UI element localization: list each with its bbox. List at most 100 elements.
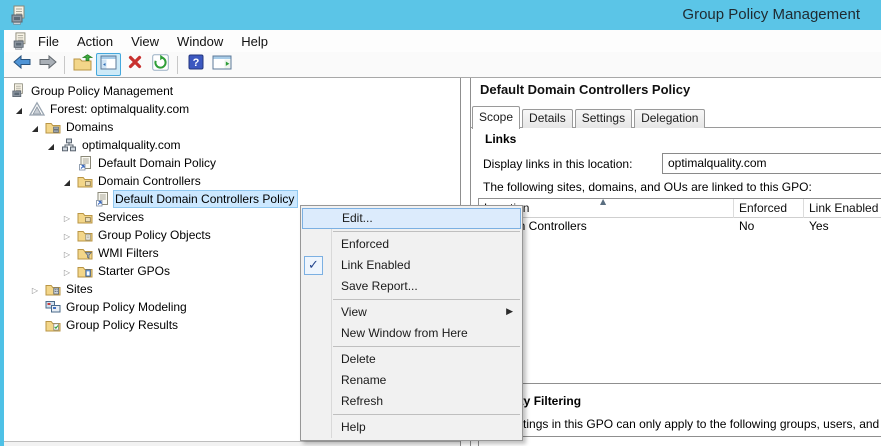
tab-settings[interactable]: Settings (575, 109, 632, 128)
display-links-label: Display links in this location: (483, 157, 632, 171)
tab-scope[interactable]: Scope (472, 106, 520, 129)
context-menu-item-rename[interactable]: Rename (301, 370, 522, 391)
tree-horizontal-scrollbar[interactable] (4, 441, 460, 446)
results-pane: Default Domain Controllers Policy Scope … (470, 78, 881, 446)
context-menu-item-refresh[interactable]: Refresh (301, 391, 522, 412)
links-heading: Links (485, 132, 516, 146)
forward-icon (38, 54, 58, 75)
submenu-arrow-icon (506, 302, 513, 323)
action-pane-window-icon (212, 55, 232, 75)
menu-view[interactable]: View (122, 32, 168, 51)
tree-item-label: Domain Controllers (98, 174, 201, 188)
window-title: Group Policy Management (682, 0, 860, 30)
context-menu-item-save-report[interactable]: Save Report... (301, 276, 522, 297)
security-filtering-list (478, 436, 881, 446)
domain-icon (61, 137, 77, 153)
tree-item-label: Sites (66, 282, 93, 296)
console-app-icon[interactable] (9, 5, 28, 25)
tree-item-label: Domains (66, 120, 113, 134)
show-hide-action-pane-button[interactable] (209, 53, 234, 76)
tab-delegation[interactable]: Delegation (634, 109, 705, 128)
help-icon: ? (188, 54, 204, 75)
show-hide-console-tree-button[interactable] (96, 53, 121, 76)
back-button[interactable] (9, 53, 34, 76)
expander-expanded-icon[interactable] (44, 138, 58, 152)
tree-item-label: Default Domain Controllers Policy (115, 192, 294, 206)
refresh-button[interactable] (148, 53, 173, 76)
column-header-enforced[interactable]: Enforced (734, 199, 804, 218)
toolbar: ? (4, 52, 881, 78)
gpo-context-menu: Edit... Enforced Link Enabled Save Repor… (300, 205, 523, 441)
help-button[interactable]: ? (183, 53, 208, 76)
sites-icon (45, 281, 61, 297)
tree-item-label: Services (98, 210, 144, 224)
domains-folder-icon (45, 119, 61, 135)
menu-window[interactable]: Window (168, 32, 232, 51)
refresh-icon (152, 54, 169, 76)
menu-separator (333, 299, 520, 300)
folder-up-icon (73, 54, 93, 76)
expander-collapsed-icon[interactable] (28, 282, 42, 296)
tree-item-forest[interactable]: Forest: optimalquality.com (4, 100, 460, 118)
tree-item-default-domain-policy[interactable]: Default Domain Policy (4, 154, 460, 172)
context-menu-item-edit[interactable]: Edit... (302, 208, 521, 229)
up-one-level-button[interactable] (70, 53, 95, 76)
expander-collapsed-icon[interactable] (60, 264, 74, 278)
context-menu-item-new-window-from-here[interactable]: New Window from Here (301, 323, 522, 344)
tree-item-domain-controllers[interactable]: Domain Controllers (4, 172, 460, 190)
tab-strip: Scope Details Settings Delegation (472, 105, 707, 128)
context-menu-item-delete[interactable]: Delete (301, 349, 522, 370)
table-row-domain-controllers[interactable]: Domain Controllers No Yes (479, 218, 881, 235)
column-header-link-enabled[interactable]: Link Enabled (804, 199, 881, 218)
context-menu-item-link-enabled[interactable]: Link Enabled (301, 255, 522, 276)
wmi-filters-icon (77, 245, 93, 261)
tree-item-label: Group Policy Management (31, 84, 173, 98)
tree-item-label: Group Policy Modeling (66, 300, 187, 314)
tree-item-label: Default Domain Policy (98, 156, 216, 170)
expander-collapsed-icon[interactable] (60, 246, 74, 260)
sort-ascending-icon (600, 197, 606, 206)
results-icon (45, 317, 61, 333)
group-policy-management-window: Group Policy Management File Action View… (0, 0, 881, 446)
menu-action[interactable]: Action (68, 32, 122, 51)
console-tree-window-icon (100, 55, 117, 75)
context-menu-item-enforced[interactable]: Enforced (301, 234, 522, 255)
menu-help[interactable]: Help (232, 32, 277, 51)
tree-item-label: Forest: optimalquality.com (50, 102, 189, 116)
expander-expanded-icon[interactable] (28, 120, 42, 134)
table-header-row: Location Enforced Link Enabled (479, 199, 881, 218)
tree-item-label: WMI Filters (98, 246, 159, 260)
delete-button[interactable] (122, 53, 147, 76)
forward-button[interactable] (35, 53, 60, 76)
console-window-icon[interactable] (11, 32, 29, 50)
linked-locations-table: Location Enforced Link Enabled Domain Co… (478, 198, 881, 384)
tree-item-group-policy-management[interactable]: Group Policy Management (4, 82, 460, 100)
ou-folder-icon (77, 173, 93, 189)
menu-separator (333, 414, 520, 415)
expander-expanded-icon[interactable] (60, 174, 74, 188)
menu-file[interactable]: File (29, 32, 68, 51)
tree-item-domains[interactable]: Domains (4, 118, 460, 136)
gpo-link-icon (94, 191, 110, 207)
expander-collapsed-icon[interactable] (60, 210, 74, 224)
expander-collapsed-icon[interactable] (60, 228, 74, 242)
gpo-link-icon (77, 155, 93, 171)
expander-expanded-icon[interactable] (12, 102, 26, 116)
back-icon (12, 54, 32, 75)
tree-item-domain-optimalquality[interactable]: optimalquality.com (4, 136, 460, 154)
context-menu-item-view[interactable]: View (301, 302, 522, 323)
tree-item-label: Group Policy Results (66, 318, 178, 332)
toolbar-separator (177, 56, 178, 74)
starter-gpos-icon (77, 263, 93, 279)
tab-details[interactable]: Details (522, 109, 573, 128)
tree-item-label: Group Policy Objects (98, 228, 211, 242)
menu-separator (333, 231, 520, 232)
modeling-icon (45, 299, 61, 315)
links-table-intro: The following sites, domains, and OUs ar… (483, 180, 812, 194)
gpo-folder-icon (77, 227, 93, 243)
selected-tree-item-cell: Default Domain Controllers Policy (113, 190, 298, 208)
title-bar[interactable]: Group Policy Management (0, 0, 881, 30)
context-menu-item-help[interactable]: Help (301, 417, 522, 438)
location-combobox[interactable]: optimalquality.com (662, 153, 881, 174)
forest-icon (29, 101, 45, 117)
